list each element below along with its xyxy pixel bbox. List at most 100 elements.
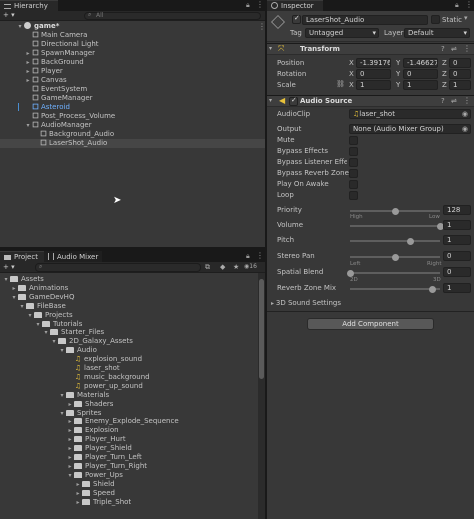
- position-z-input[interactable]: 0: [449, 58, 471, 68]
- component-menu-icon[interactable]: ⋮: [463, 96, 471, 105]
- project-item[interactable]: ▾ GameDevHQ: [10, 293, 74, 302]
- expand-arrow-icon[interactable]: ▾: [42, 328, 50, 337]
- expand-arrow-icon[interactable]: ▾: [2, 275, 10, 284]
- preset-icon[interactable]: ⇌: [451, 97, 457, 105]
- project-item[interactable]: ▾ Power_Ups: [66, 471, 122, 480]
- expand-arrow-icon[interactable]: ▸: [74, 480, 82, 489]
- expand-arrow-icon[interactable]: ▸: [74, 489, 82, 498]
- rotation-x-input[interactable]: 0: [356, 69, 391, 79]
- project-item[interactable]: ▸ Speed: [74, 489, 114, 498]
- expand-arrow-icon[interactable]: ▾: [58, 391, 66, 400]
- project-item[interactable]: ▸ Explosion: [66, 426, 118, 435]
- expand-arrow-icon[interactable]: ▸: [66, 417, 74, 426]
- expand-arrow-icon[interactable]: ▾: [58, 409, 66, 418]
- project-item[interactable]: ▸ Player_Turn_Right: [66, 462, 147, 471]
- audio-source-header[interactable]: ▾ ◀ ✓ Audio Source ? ⇌ ⋮: [267, 95, 474, 107]
- expand-arrow-icon[interactable]: ▸: [24, 49, 32, 58]
- project-item[interactable]: ♫ laser_shot: [66, 364, 120, 373]
- scale-y-input[interactable]: 1: [403, 80, 438, 90]
- object-active-checkbox[interactable]: ✓: [292, 14, 301, 24]
- hierarchy-item[interactable]: Background_Audio: [32, 130, 114, 139]
- project-search-field[interactable]: ⌕: [35, 263, 201, 272]
- add-component-button[interactable]: Add Component: [307, 318, 434, 330]
- output-field[interactable]: None (Audio Mixer Group) ◉: [349, 124, 471, 134]
- preset-icon[interactable]: ⇌: [451, 45, 457, 53]
- expand-arrow-icon[interactable]: ▸: [24, 58, 32, 67]
- spatial-slider-track[interactable]: [350, 272, 440, 274]
- expand-arrow-icon[interactable]: ▸: [66, 453, 74, 462]
- transform-header[interactable]: ▾ ⤧ Transform ? ⇌ ⋮: [267, 43, 474, 55]
- stereo-value-input[interactable]: 0: [443, 251, 471, 261]
- expand-arrow-icon[interactable]: ▾: [10, 293, 18, 302]
- lock-icon[interactable]: 🔒︎: [246, 1, 250, 10]
- scene-row[interactable]: ▾ game*: [16, 22, 59, 31]
- tab-inspector[interactable]: Inspector: [267, 0, 323, 11]
- project-item[interactable]: ▾ Projects: [26, 311, 72, 320]
- tab-project[interactable]: Project: [0, 251, 44, 262]
- pitch-value-input[interactable]: 1: [443, 235, 471, 245]
- 3d-sound-settings-foldout[interactable]: ▸ 3D Sound Settings: [271, 299, 341, 307]
- object-picker-icon[interactable]: ◉: [462, 110, 468, 118]
- tab-hierarchy[interactable]: Hierarchy: [0, 0, 58, 11]
- tab-audio-mixer[interactable]: Audio Mixer: [44, 251, 102, 262]
- hierarchy-item[interactable]: ▸ SpawnManager: [24, 49, 95, 58]
- project-item[interactable]: ▾ Audio: [58, 346, 96, 355]
- inspector-lock-icon[interactable]: 🔒︎: [455, 1, 459, 10]
- volume-value-input[interactable]: 1: [443, 220, 471, 230]
- project-item[interactable]: ▾ Starter_Files: [42, 328, 104, 337]
- kebab-menu-icon[interactable]: ⋮: [256, 0, 264, 9]
- expand-arrow-icon[interactable]: ▸: [66, 462, 74, 471]
- project-item[interactable]: ▸ Shaders: [66, 400, 113, 409]
- static-checkbox[interactable]: [431, 15, 440, 24]
- project-item[interactable]: ▸ Animations: [10, 284, 68, 293]
- layer-dropdown[interactable]: Default ▾: [404, 28, 470, 38]
- expand-arrow-icon[interactable]: ▾: [26, 311, 34, 320]
- tag-dropdown[interactable]: Untagged ▾: [305, 28, 379, 38]
- expand-arrow-icon[interactable]: ▸: [66, 435, 74, 444]
- rotation-y-input[interactable]: 0: [403, 69, 438, 79]
- hierarchy-item[interactable]: Asteroid: [24, 103, 70, 112]
- spatial-value-input[interactable]: 0: [443, 267, 471, 277]
- component-menu-icon[interactable]: ⋮: [463, 44, 471, 53]
- stereo-slider-handle[interactable]: [392, 254, 399, 261]
- spatial-slider-handle[interactable]: [347, 270, 354, 277]
- expand-arrow-icon[interactable]: ▸: [10, 284, 18, 293]
- hierarchy-item[interactable]: Main Camera: [24, 31, 87, 40]
- expand-arrow-icon[interactable]: ▾: [24, 121, 32, 130]
- project-item[interactable]: ▾ Sprites: [58, 409, 101, 418]
- scale-z-input[interactable]: 1: [449, 80, 471, 90]
- project-item[interactable]: ▾ Materials: [58, 391, 109, 400]
- project-scrollbar[interactable]: [258, 273, 265, 519]
- project-scrollbar-thumb[interactable]: [259, 279, 264, 379]
- play-on-awake-checkbox[interactable]: [349, 180, 358, 189]
- reverb-slider-handle[interactable]: [428, 286, 436, 293]
- hierarchy-add-button[interactable]: + ▾: [3, 11, 15, 19]
- hierarchy-item[interactable]: Directional Light: [24, 40, 99, 49]
- project-lock-icon[interactable]: 🔒︎: [246, 252, 250, 261]
- priority-value-input[interactable]: 128: [443, 205, 471, 215]
- project-item[interactable]: ♫ power_up_sound: [66, 382, 143, 391]
- loop-checkbox[interactable]: [349, 191, 358, 200]
- link-icon[interactable]: ⛓: [336, 80, 345, 88]
- inspector-menu-icon[interactable]: ⋮: [465, 0, 473, 9]
- bypass-effects-checkbox[interactable]: [349, 147, 358, 156]
- project-add-button[interactable]: + ▾: [3, 263, 15, 271]
- scale-x-input[interactable]: 1: [356, 80, 391, 90]
- favorite-icon[interactable]: ★: [233, 263, 239, 271]
- priority-slider-handle[interactable]: [392, 208, 399, 215]
- project-item[interactable]: ▾ 2D_Galaxy_Assets: [50, 337, 132, 346]
- reverb-slider-track[interactable]: [350, 288, 440, 290]
- expand-arrow-icon[interactable]: ▸: [66, 444, 74, 453]
- hidden-packages-icon[interactable]: ◉16: [244, 263, 257, 270]
- hierarchy-item[interactable]: ▸ BackGround: [24, 58, 83, 67]
- project-item[interactable]: ▸ Player_Hurt: [66, 435, 125, 444]
- bypass-listener-checkbox[interactable]: [349, 158, 358, 167]
- expand-arrow-icon[interactable]: ▾: [50, 337, 58, 346]
- expand-arrow-icon[interactable]: ▸: [66, 426, 74, 435]
- search-by-label-icon[interactable]: ◆: [220, 263, 225, 271]
- static-dropdown-icon[interactable]: ▾: [464, 14, 468, 22]
- rotation-z-input[interactable]: 0: [449, 69, 471, 79]
- position-y-input[interactable]: -1.46627: [403, 58, 438, 68]
- project-item[interactable]: ▾ FileBase: [18, 302, 65, 311]
- expand-arrow-icon[interactable]: ▾: [66, 471, 74, 480]
